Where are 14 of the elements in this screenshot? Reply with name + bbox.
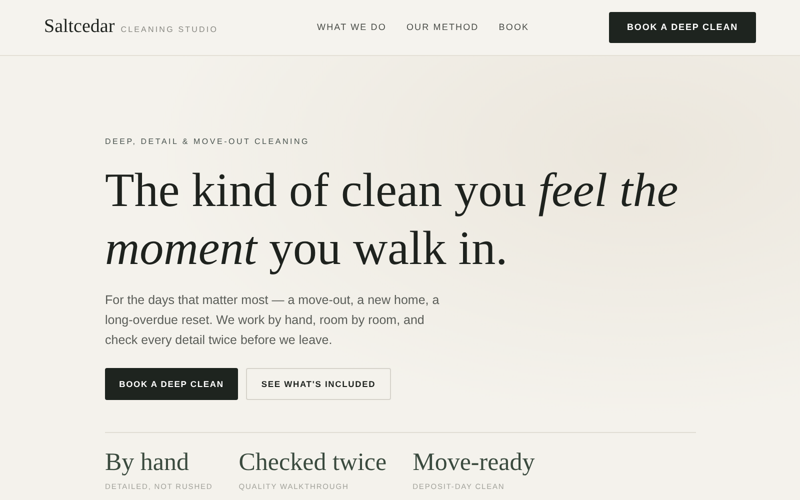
nav-link[interactable]: WHAT WE DO [317,20,386,34]
brand-tagline: CLEANING STUDIO [120,24,218,36]
nav-link[interactable]: OUR METHOD [406,20,479,34]
book-button[interactable]: BOOK A DEEP CLEAN [609,12,756,43]
brand-name[interactable]: Saltcedar [44,13,115,42]
headline: The kind of clean you feel the moment you walk in. [105,163,680,277]
feature-title: Checked twice [238,449,387,477]
nav-link[interactable]: BOOK [498,20,530,34]
included-button[interactable]: SEE WHAT'S INCLUDED [246,368,391,400]
feature-title: By hand [105,449,190,477]
eyebrow-text: DEEP, DETAIL & MOVE-OUT CLEANING [105,136,311,148]
intro-paragraph: For the days that matter most — a move-out, a new home, a long-overdue reset. We work by hand, room by room, and check every detail twice before we leave. [105,292,440,349]
feature-title: Move-ready [412,449,535,477]
book-button[interactable]: BOOK A DEEP CLEAN [105,368,238,400]
